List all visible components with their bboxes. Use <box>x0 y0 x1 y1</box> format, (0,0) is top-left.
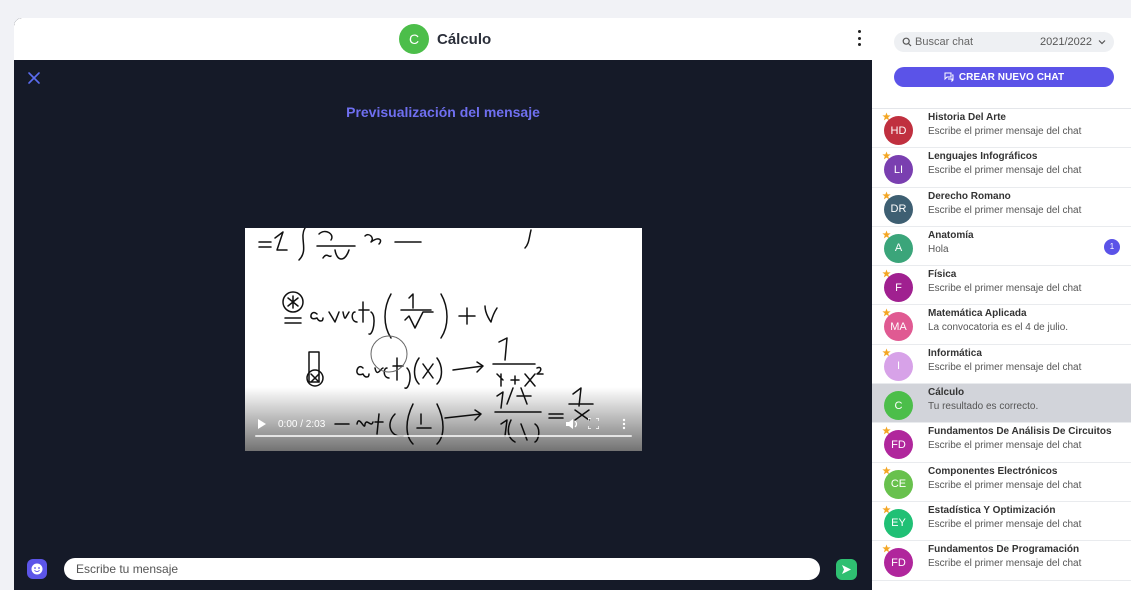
chat-header-title-group: C Cálculo <box>399 24 491 54</box>
chat-last-message: Escribe el primer mensaje del chat <box>928 165 1082 177</box>
message-input[interactable] <box>64 558 820 580</box>
video-player[interactable]: 0:00 / 2:03 <box>245 228 642 451</box>
chat-name: Cálculo <box>928 387 965 399</box>
unread-badge: 1 <box>1104 238 1120 255</box>
chat-last-message: Escribe el primer mensaje del chat <box>928 361 1082 373</box>
video-progress-bar[interactable] <box>255 435 632 437</box>
year-select[interactable]: 2021/2022 <box>1040 36 1106 48</box>
chat-list-item[interactable]: I Informática Escribe el primer mensaje … <box>872 345 1131 385</box>
emoji-icon <box>31 563 43 575</box>
chat-list-item[interactable]: MA Matemática Aplicada La convocatoria e… <box>872 305 1131 345</box>
chat-list-item[interactable]: DR Derecho Romano Escribe el primer mens… <box>872 188 1131 227</box>
chat-name: Física <box>928 269 957 281</box>
chat-bubbles-icon <box>944 72 954 82</box>
emoji-button[interactable] <box>27 559 47 579</box>
video-time: 0:00 / 2:03 <box>278 419 326 430</box>
chat-avatar: EY <box>884 508 913 538</box>
chat-name: Matemática Aplicada <box>928 308 1027 320</box>
chat-last-message: Escribe el primer mensaje del chat <box>928 204 1082 216</box>
chat-last-message: Hola <box>928 243 949 255</box>
chat-avatar: C <box>884 391 913 421</box>
chat-avatar: C <box>399 24 429 54</box>
chat-avatar: HD <box>884 116 913 145</box>
chevron-down-icon <box>1098 40 1106 45</box>
close-icon[interactable] <box>26 70 42 86</box>
chat-avatar: I <box>884 351 913 381</box>
chat-list: HD Historia Del Arte Escribe el primer m… <box>872 109 1131 581</box>
chat-avatar: LI <box>884 155 913 185</box>
chat-avatar: FD <box>884 430 913 460</box>
preview-title: Previsualización del mensaje <box>346 104 540 120</box>
chat-name: Informática <box>928 347 982 359</box>
chat-list-item[interactable]: LI Lenguajes Infográficos Escribe el pri… <box>872 148 1131 188</box>
chat-name: Anatomía <box>928 229 974 241</box>
chat-list-item[interactable]: FD Fundamentos De Análisis De Circuitos … <box>872 423 1131 463</box>
video-controls: 0:00 / 2:03 <box>245 403 642 451</box>
chat-name: Fundamentos De Programación <box>928 544 1080 556</box>
chat-avatar: CE <box>884 469 913 499</box>
chat-list-item-active[interactable]: C Cálculo Tu resultado es correcto. <box>872 384 1131 424</box>
chat-avatar: MA <box>884 312 913 342</box>
chat-sidebar: 2021/2022 CREAR NUEVO CHAT HD Historia D… <box>872 18 1131 590</box>
send-icon <box>842 565 851 574</box>
new-chat-label: CREAR NUEVO CHAT <box>958 71 1065 83</box>
chat-avatar: FD <box>884 548 913 578</box>
chat-list-item[interactable]: EY Estadística Y Optimización Escribe el… <box>872 502 1131 542</box>
chat-name: Estadística Y Optimización <box>928 504 1056 516</box>
chat-name: Componentes Electrónicos <box>928 465 1058 477</box>
search-input[interactable] <box>915 36 1033 48</box>
app: C Cálculo Previsualización del mensaje 0… <box>0 0 1131 590</box>
volume-icon[interactable] <box>566 418 579 430</box>
chat-list-item[interactable]: FD Fundamentos De Programación Escribe e… <box>872 541 1131 581</box>
chat-list-item[interactable]: F Física Escribe el primer mensaje del c… <box>872 266 1131 306</box>
fullscreen-icon[interactable] <box>588 418 599 429</box>
chat-avatar: DR <box>884 194 913 224</box>
chat-last-message: Escribe el primer mensaje del chat <box>928 518 1082 530</box>
chat-last-message: Escribe el primer mensaje del chat <box>928 440 1082 452</box>
video-menu-icon[interactable] <box>622 418 626 430</box>
chat-last-message: Escribe el primer mensaje del chat <box>928 479 1082 491</box>
chat-name: Fundamentos De Análisis De Circuitos <box>928 426 1112 438</box>
chat-name: Historia Del Arte <box>928 112 1006 123</box>
chat-last-message: Escribe el primer mensaje del chat <box>928 558 1082 570</box>
chat-name: Derecho Romano <box>928 190 1011 202</box>
search-icon <box>902 37 912 47</box>
chat-title: Cálculo <box>437 30 492 48</box>
chat-list-item[interactable]: A Anatomía Hola 1 <box>872 227 1131 267</box>
year-select-value: 2021/2022 <box>1040 36 1092 48</box>
chat-list-item[interactable]: CE Componentes Electrónicos Escribe el p… <box>872 463 1131 502</box>
chat-avatar: A <box>884 233 913 263</box>
chat-last-message: Escribe el primer mensaje del chat <box>928 283 1082 295</box>
chat-last-message: Tu resultado es correcto. <box>928 401 1039 413</box>
search-bar: 2021/2022 <box>894 32 1114 52</box>
chat-name: Lenguajes Infográficos <box>928 151 1038 163</box>
chat-avatar: F <box>884 273 913 303</box>
play-icon[interactable] <box>258 419 266 429</box>
chat-last-message: La convocatoria es el 4 de julio. <box>928 322 1069 334</box>
more-options-icon[interactable] <box>856 30 862 46</box>
chat-last-message: Escribe el primer mensaje del chat <box>928 126 1082 137</box>
chat-header: C Cálculo <box>14 18 872 60</box>
new-chat-button[interactable]: CREAR NUEVO CHAT <box>894 67 1114 87</box>
send-button[interactable] <box>836 559 857 580</box>
chat-panel: C Cálculo Previsualización del mensaje 0… <box>14 18 872 590</box>
chat-list-item[interactable]: HD Historia Del Arte Escribe el primer m… <box>872 109 1131 149</box>
